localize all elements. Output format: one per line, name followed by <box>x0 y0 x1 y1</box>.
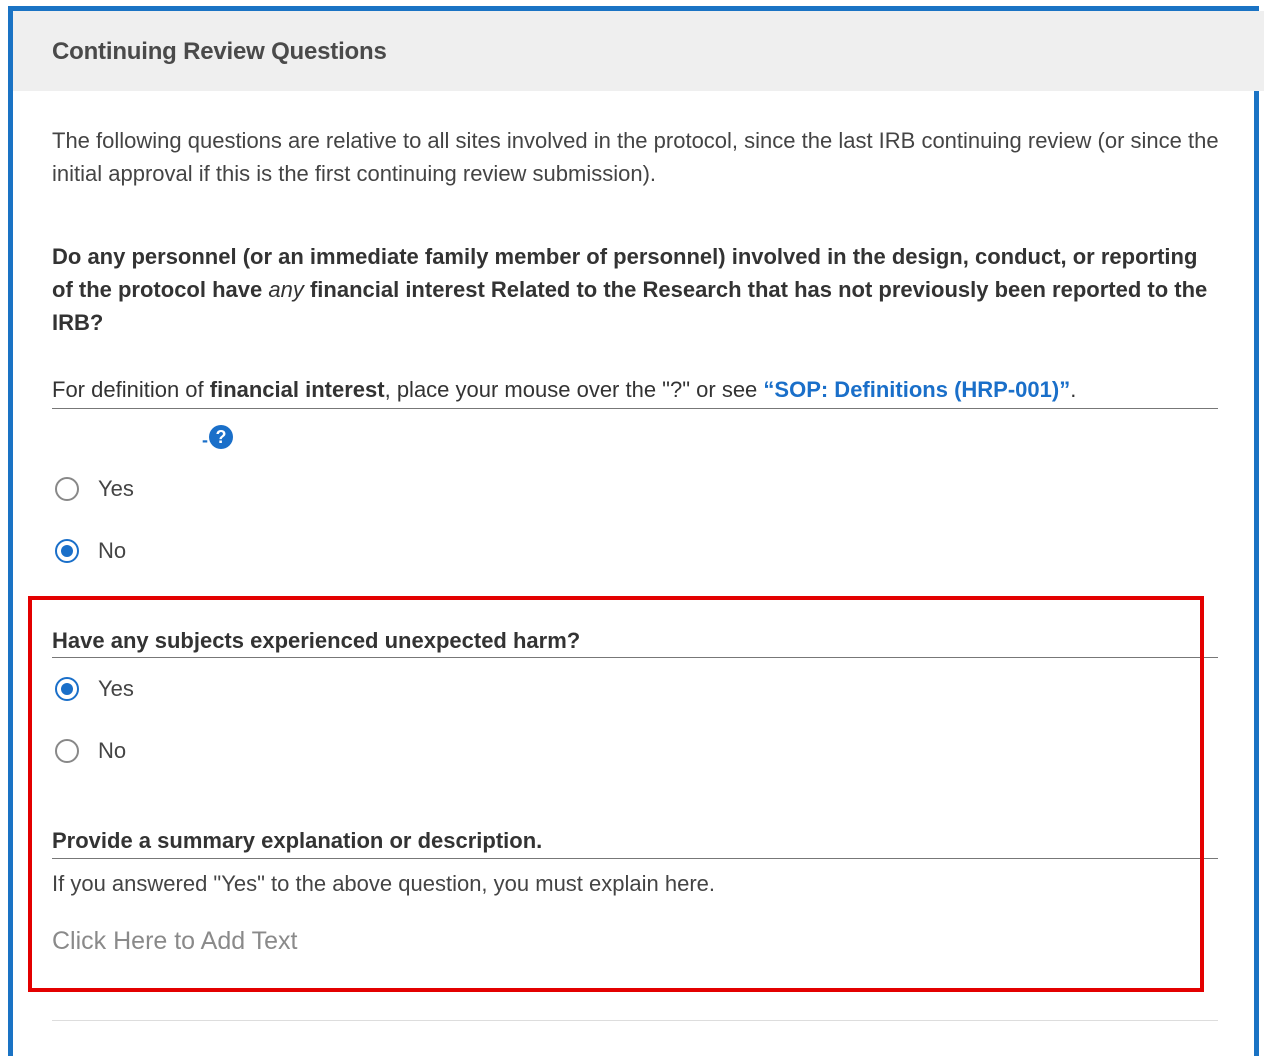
question-mark-icon[interactable]: ? <box>209 425 233 449</box>
radio-label: No <box>98 738 127 763</box>
summary-help-text: If you answered "Yes" to the above quest… <box>52 871 715 896</box>
help-tooltip-trigger[interactable]: - ? <box>202 421 233 449</box>
unexpected-harm-question: Have any subjects experienced unexpected… <box>52 624 1218 658</box>
radio-label: No <box>98 538 127 563</box>
question-text-emphasis: any <box>268 277 304 302</box>
radio-button[interactable] <box>55 739 79 763</box>
definition-term: financial interest <box>209 377 385 402</box>
definition-middle: , place your mouse over the "?" or see <box>384 377 764 402</box>
q2-option-yes[interactable]: Yes <box>55 674 134 704</box>
help-dash: - <box>202 430 208 450</box>
sop-definitions-link[interactable]: “SOP: Definitions (HRP-001)” <box>763 377 1070 402</box>
definition-prefix: For definition of <box>52 377 210 402</box>
q2-option-no[interactable]: No <box>55 736 126 766</box>
radio-button-selected[interactable] <box>55 677 79 701</box>
definition-line: For definition of financial interest, pl… <box>52 372 1218 409</box>
q1-option-yes[interactable]: Yes <box>55 474 134 504</box>
radio-button-selected[interactable] <box>55 539 79 563</box>
add-text-field[interactable]: Click Here to Add Text <box>52 923 297 959</box>
radio-button[interactable] <box>55 477 79 501</box>
divider <box>52 1020 1218 1021</box>
radio-label: Yes <box>98 476 134 501</box>
section-title: Continuing Review Questions <box>52 38 387 65</box>
definition-suffix: . <box>1070 377 1077 402</box>
q1-option-no[interactable]: No <box>55 536 126 566</box>
radio-label: Yes <box>98 676 134 701</box>
financial-interest-question: Do any personnel (or an immediate family… <box>52 240 1218 339</box>
intro-text: The following questions are relative to … <box>52 128 1219 186</box>
summary-explanation-question: Provide a summary explanation or descrip… <box>52 824 1218 859</box>
